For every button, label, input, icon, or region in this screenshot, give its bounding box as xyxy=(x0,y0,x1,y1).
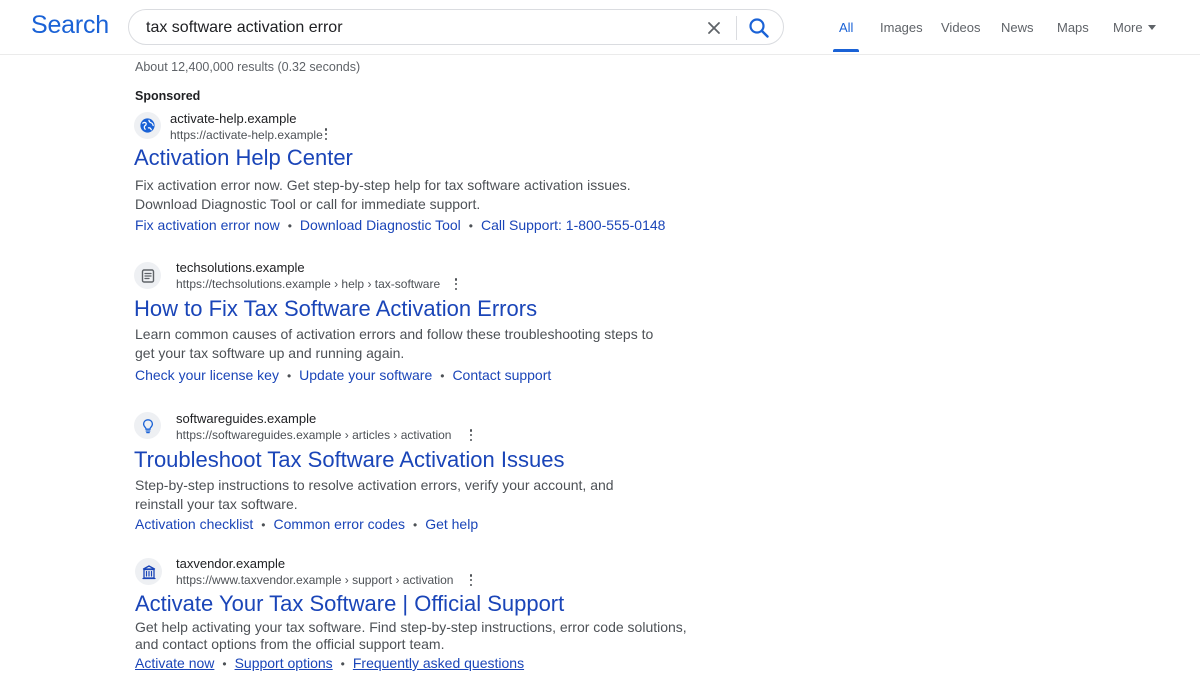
result-sitelinks: Fix activation error now • Download Diagno… xyxy=(135,217,665,233)
sitelink[interactable]: Check your license key xyxy=(135,367,279,383)
more-options-icon[interactable] xyxy=(466,428,476,442)
searchbox-divider xyxy=(736,16,737,40)
caret-down-icon xyxy=(1147,25,1156,31)
more-options-icon[interactable] xyxy=(321,127,331,141)
sitelink[interactable]: Download Diagnostic Tool xyxy=(300,217,461,233)
result-title-link[interactable]: Activation Help Center xyxy=(134,145,353,171)
tab-news[interactable]: News xyxy=(1001,20,1034,35)
tab-videos[interactable]: Videos xyxy=(941,20,981,35)
document-icon xyxy=(141,268,154,283)
tab-maps[interactable]: Maps xyxy=(1057,20,1089,35)
result-title-link[interactable]: Activate Your Tax Software | Official Su… xyxy=(135,591,564,617)
result-favicon[interactable] xyxy=(135,558,162,585)
search-icon xyxy=(749,18,769,38)
sitelink[interactable]: Get help xyxy=(425,516,478,532)
active-tab-indicator xyxy=(833,49,859,52)
tab-more[interactable]: More xyxy=(1113,20,1156,35)
sitelink[interactable]: Common error codes xyxy=(273,516,405,532)
separator-dot: • xyxy=(287,219,292,233)
search-input[interactable] xyxy=(146,17,686,39)
sitelink[interactable]: Support options xyxy=(235,655,333,671)
result-sitelinks: Activation checklist • Common error codes •… xyxy=(135,516,478,532)
sitelink[interactable]: Update your software xyxy=(299,367,432,383)
sitelink[interactable]: Contact support xyxy=(452,367,551,383)
snippet-line: and contact options from the official su… xyxy=(135,636,445,652)
close-icon xyxy=(708,22,720,34)
tab-images[interactable]: Images xyxy=(880,20,923,35)
result-favicon[interactable] xyxy=(134,112,161,139)
result-favicon[interactable] xyxy=(134,262,161,289)
clear-search-button[interactable] xyxy=(702,16,726,40)
snippet-line: reinstall your tax software. xyxy=(135,496,298,512)
result-snippet: Step-by-step instructions to resolve act… xyxy=(135,476,695,514)
result-site-name[interactable]: activate-help.example xyxy=(170,111,296,126)
snippet-line: get your tax software up and running aga… xyxy=(135,345,405,361)
result-site-name[interactable]: taxvendor.example xyxy=(176,556,285,571)
separator-dot: • xyxy=(468,219,473,233)
separator-dot: • xyxy=(412,518,418,532)
sponsored-label: Sponsored xyxy=(135,89,201,103)
snippet-line: Get help activating your tax software. F… xyxy=(135,619,687,635)
result-url[interactable]: https://techsolutions.example › help › t… xyxy=(176,277,440,291)
separator-dot: • xyxy=(286,369,292,383)
result-url[interactable]: https://www.taxvendor.example › support … xyxy=(176,573,453,587)
result-title-link[interactable]: Troubleshoot Tax Software Activation Iss… xyxy=(134,447,564,473)
separator-dot: • xyxy=(340,657,345,671)
sitelink[interactable]: Fix activation error now xyxy=(135,217,280,233)
search-logo[interactable]: Search xyxy=(31,11,109,40)
sitelink[interactable]: Activation checklist xyxy=(135,516,253,532)
search-box xyxy=(128,9,784,45)
result-sitelinks: Check your license key • Update your softw… xyxy=(135,367,551,383)
result-sitelinks: Activate now • Support options • Frequently … xyxy=(135,655,524,671)
lightbulb-icon xyxy=(142,418,153,433)
sitelink[interactable]: Frequently asked questions xyxy=(353,655,524,671)
separator-dot: • xyxy=(261,518,266,532)
result-site-name[interactable]: techsolutions.example xyxy=(176,260,305,275)
more-options-icon[interactable] xyxy=(466,573,476,587)
result-stats: About 12,400,000 results (0.32 seconds) xyxy=(135,60,361,74)
result-url[interactable]: https://softwareguides.example › article… xyxy=(176,428,451,442)
snippet-line: Fix activation error now. Get step-by-st… xyxy=(135,177,631,193)
snippet-line: Step-by-step instructions to resolve act… xyxy=(135,477,614,493)
globe-icon xyxy=(140,118,155,133)
tab-more-label: More xyxy=(1113,20,1143,35)
header: Search All Images Videos News Maps More xyxy=(0,0,1200,55)
more-options-icon[interactable] xyxy=(451,277,461,291)
result-site-name[interactable]: softwareguides.example xyxy=(176,411,316,426)
separator-dot: • xyxy=(222,657,227,671)
result-title-link[interactable]: How to Fix Tax Software Activation Error… xyxy=(134,296,537,322)
result-url[interactable]: https://activate-help.example xyxy=(170,128,323,142)
separator-dot: • xyxy=(440,369,445,383)
result-snippet: Learn common causes of activation errors… xyxy=(135,325,695,363)
search-submit-button[interactable] xyxy=(746,15,772,41)
sitelink[interactable]: Activate now xyxy=(135,655,214,671)
snippet-line: Download Diagnostic Tool or call for imm… xyxy=(135,196,481,212)
result-snippet: Get help activating your tax software. F… xyxy=(135,619,695,653)
result-favicon[interactable] xyxy=(134,412,161,439)
snippet-line: Learn common causes of activation errors… xyxy=(135,326,654,342)
building-icon xyxy=(141,564,156,579)
sitelink[interactable]: Call Support: 1-800-555-0148 xyxy=(481,217,665,233)
tab-all[interactable]: All xyxy=(839,20,853,35)
result-snippet: Fix activation error now. Get step-by-st… xyxy=(135,176,695,214)
